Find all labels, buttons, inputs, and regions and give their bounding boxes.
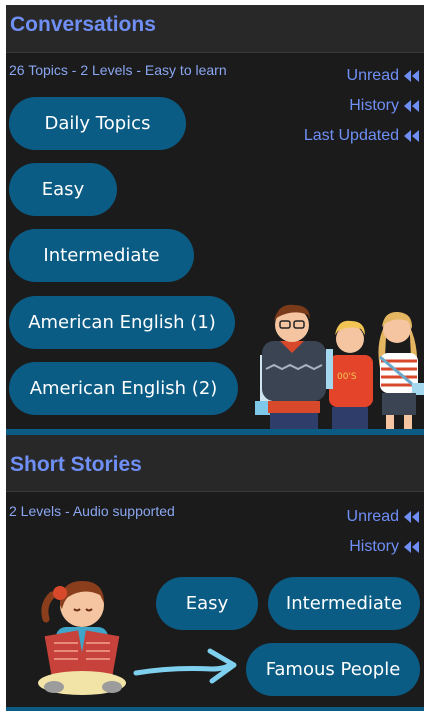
double-chevron-left-icon [404,100,419,112]
famous-people-button[interactable]: Famous People [246,643,420,696]
double-chevron-left-icon [404,541,419,553]
curved-arrow-icon [133,648,237,684]
american-english-2-button[interactable]: American English (2) [9,362,238,415]
stories-history-link[interactable]: History [349,538,420,556]
short-stories-header: Short Stories [6,435,424,492]
stories-easy-button[interactable]: Easy [156,577,258,630]
conversations-last-updated-link[interactable]: Last Updated [304,127,420,145]
stories-unread-link[interactable]: Unread [347,508,420,526]
conversations-unread-link[interactable]: Unread [347,67,420,85]
conversations-subtitle: 26 Topics - 2 Levels - Easy to learn [9,62,227,78]
american-english-1-button[interactable]: American English (1) [9,296,235,349]
students-illustration: 00'S [255,304,424,432]
svg-text:00'S: 00'S [337,372,357,382]
conversations-title: Conversations [10,13,156,36]
bottom-divider [6,707,424,711]
stories-intermediate-button[interactable]: Intermediate [268,577,420,630]
unread-label: Unread [346,508,399,525]
history-label: History [349,97,399,114]
double-chevron-left-icon [404,511,419,523]
history-label: History [349,538,399,555]
short-stories-title: Short Stories [10,453,142,476]
short-stories-subtitle: 2 Levels - Audio supported [9,503,175,519]
girl-reading-illustration [38,581,126,695]
conversations-easy-button[interactable]: Easy [9,163,117,216]
conversations-intermediate-button[interactable]: Intermediate [9,229,194,282]
conversations-history-link[interactable]: History [349,97,420,115]
double-chevron-left-icon [404,70,419,82]
app-screen: Conversations 26 Topics - 2 Levels - Eas… [6,5,424,711]
conversations-header: Conversations [6,5,424,53]
unread-label: Unread [346,67,399,84]
daily-topics-button[interactable]: Daily Topics [9,97,186,150]
last-updated-label: Last Updated [303,127,399,144]
double-chevron-left-icon [404,130,419,142]
